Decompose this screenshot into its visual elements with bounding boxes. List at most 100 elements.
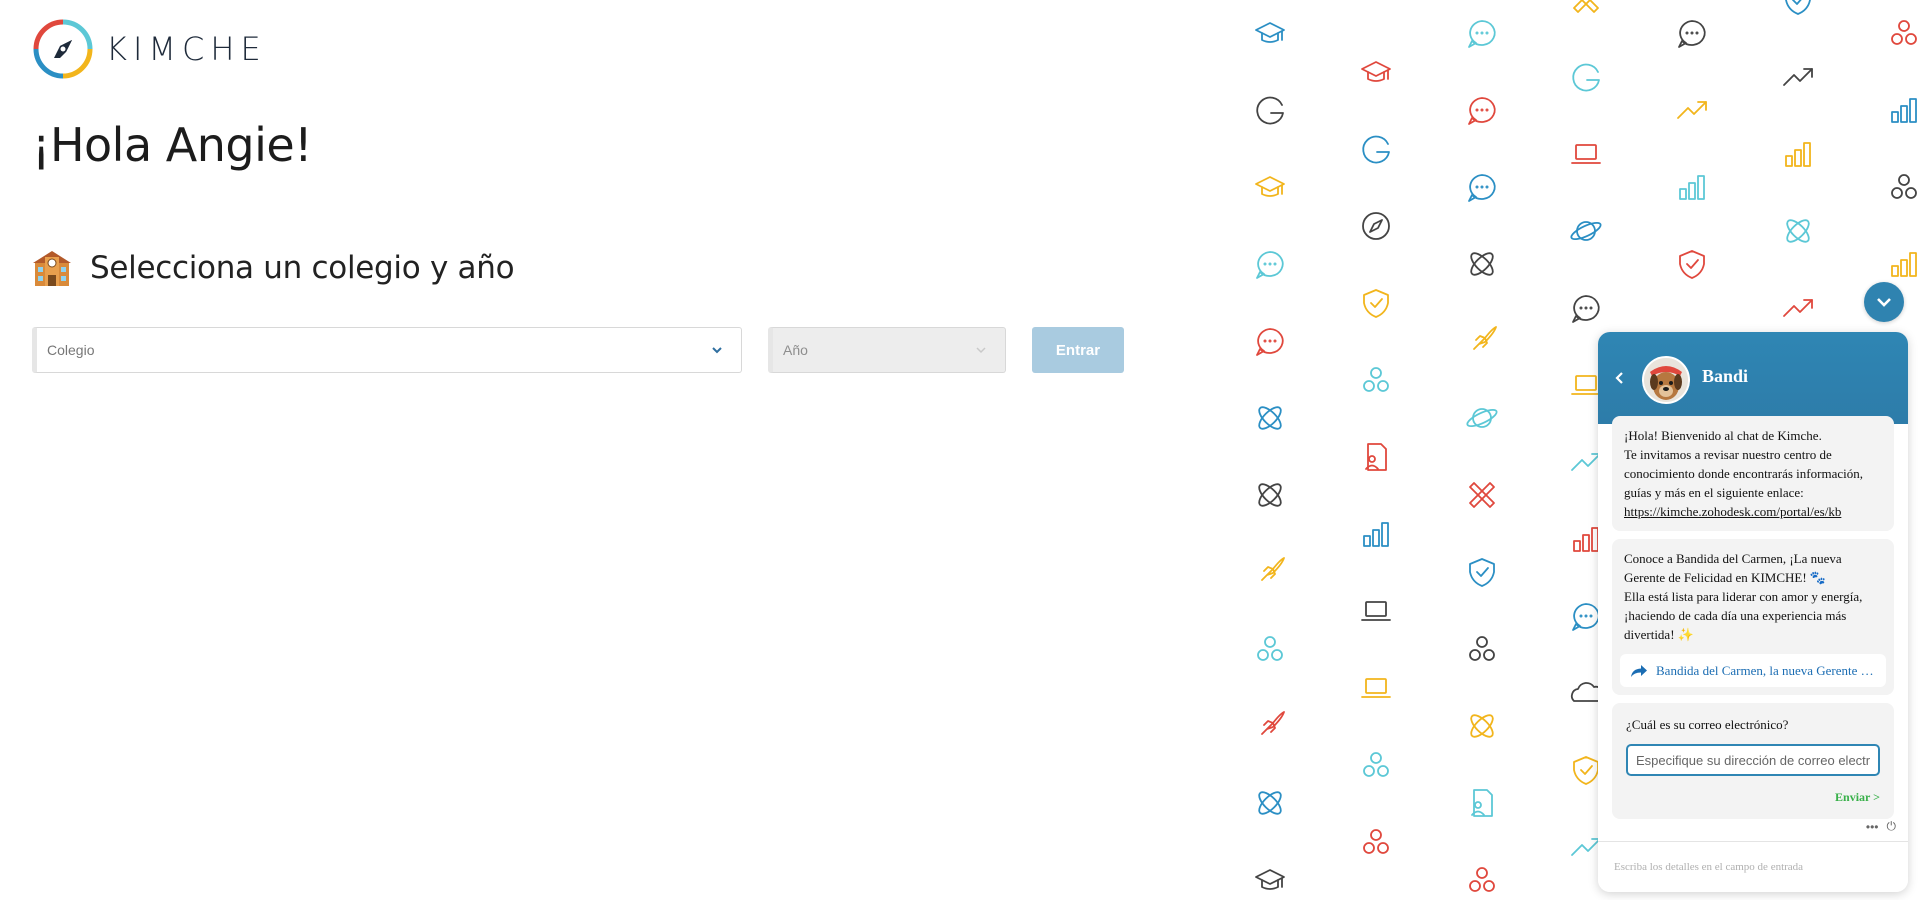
bar-chart-icon — [1679, 175, 1705, 200]
compass-icon — [1362, 212, 1390, 240]
chevron-down-icon — [976, 347, 986, 354]
back-arrow-icon[interactable] — [1612, 370, 1628, 386]
people-icon — [1257, 636, 1283, 661]
google-g-icon — [1572, 63, 1600, 92]
welcome-line-1: ¡Hola! Bienvenido al chat de Kimche. — [1624, 428, 1822, 443]
school-icon — [33, 251, 71, 286]
chat-input-placeholder: Escriba los detalles en el campo de entr… — [1614, 861, 1804, 873]
laptop-icon — [1571, 375, 1601, 395]
bar-chart-icon — [1363, 522, 1389, 547]
trend-up-icon — [1783, 68, 1813, 86]
bar-chart-icon — [1891, 252, 1917, 277]
compass-logo-icon — [33, 19, 93, 79]
bar-chart-icon — [1573, 527, 1599, 552]
rocket-icon — [1261, 711, 1285, 735]
chat-bubble-icon — [1256, 251, 1284, 279]
pencil-ruler-icon — [1469, 482, 1495, 508]
atom-icon — [1258, 483, 1282, 507]
bar-chart-icon — [1891, 98, 1917, 123]
atom-icon — [1786, 219, 1810, 243]
colegio-placeholder: Colegio — [47, 342, 95, 358]
scroll-down-button[interactable] — [1864, 282, 1904, 322]
share-arrow-icon — [1631, 664, 1647, 677]
people-icon — [1363, 829, 1389, 854]
chat-header: Bandi — [1598, 332, 1908, 424]
email-field[interactable] — [1626, 744, 1880, 776]
chevron-down-icon — [712, 347, 722, 354]
people-icon — [1469, 867, 1495, 892]
graduation-cap-icon — [1255, 176, 1285, 197]
section-header: Selecciona un colegio y año — [32, 248, 515, 288]
article-link-label: Bandida del Carmen, la nueva Gerente de … — [1656, 663, 1876, 678]
document-user-icon — [1365, 443, 1387, 471]
kimche-logo[interactable]: KIMCHE — [32, 18, 267, 80]
email-form-card: ¿Cuál es su correo electrónico? Enviar > — [1612, 703, 1894, 819]
chat-bubble-icon — [1256, 328, 1284, 356]
laptop-icon — [1571, 144, 1601, 164]
chat-input-bar[interactable]: Escriba los detalles en el campo de entr… — [1598, 841, 1908, 892]
welcome-message: ¡Hola! Bienvenido al chat de Kimche. Te … — [1612, 416, 1894, 531]
dog-avatar-icon — [1644, 358, 1688, 402]
google-g-icon — [1256, 96, 1284, 125]
google-g-icon — [1362, 135, 1390, 164]
intro-line-2: Ella está lista para liderar con amor y … — [1624, 589, 1863, 642]
article-link-card[interactable]: Bandida del Carmen, la nueva Gerente de … — [1620, 654, 1886, 687]
welcome-line-2: Te invitamos a revisar nuestro centro de… — [1624, 447, 1863, 500]
people-icon — [1469, 636, 1495, 661]
trend-up-icon — [1571, 838, 1601, 856]
chat-messages: ¡Hola! Bienvenido al chat de Kimche. Te … — [1598, 416, 1908, 840]
shield-check-icon — [1785, 0, 1811, 15]
atom-icon — [1258, 406, 1282, 430]
bar-chart-icon — [1785, 142, 1811, 167]
chat-tools: ••• ⏻ — [1866, 819, 1896, 834]
atom-icon — [1258, 791, 1282, 815]
bot-avatar — [1642, 356, 1690, 404]
trend-up-icon — [1571, 453, 1601, 471]
shield-check-icon — [1679, 250, 1705, 279]
anio-select[interactable]: Año — [768, 327, 1006, 373]
chat-bubble-icon — [1468, 20, 1496, 48]
planet-icon — [1570, 221, 1602, 241]
graduation-cap-icon — [1255, 869, 1285, 890]
atom-icon — [1470, 252, 1494, 276]
pencil-ruler-icon — [1573, 0, 1599, 13]
graduation-cap-icon — [1361, 61, 1391, 82]
shield-check-icon — [1469, 558, 1495, 587]
people-icon — [1363, 752, 1389, 777]
chat-bubble-icon — [1572, 603, 1600, 631]
chat-bubble-icon — [1468, 174, 1496, 202]
knowledge-base-link[interactable]: https://kimche.zohodesk.com/portal/es/kb — [1624, 504, 1841, 519]
anio-placeholder: Año — [783, 342, 808, 358]
people-icon — [1891, 20, 1917, 45]
atom-icon — [1470, 714, 1494, 738]
more-options-icon[interactable]: ••• — [1866, 820, 1879, 834]
trend-up-icon — [1783, 299, 1813, 317]
rocket-icon — [1261, 557, 1285, 581]
shield-check-icon — [1363, 289, 1389, 318]
laptop-icon — [1361, 678, 1391, 698]
chat-bubble-icon — [1678, 20, 1706, 48]
shield-check-icon — [1573, 756, 1599, 785]
graduation-cap-icon — [1255, 22, 1285, 43]
laptop-icon — [1361, 601, 1391, 621]
brand-name: KIMCHE — [106, 30, 267, 68]
people-icon — [1891, 174, 1917, 199]
send-button[interactable]: Enviar > — [1626, 788, 1880, 807]
intro-line-1: Conoce a Bandida del Carmen, ¡La nueva G… — [1624, 551, 1842, 585]
chat-bubble-icon — [1572, 295, 1600, 323]
chat-bubble-icon — [1468, 97, 1496, 125]
power-icon[interactable]: ⏻ — [1887, 819, 1897, 834]
intro-message: Conoce a Bandida del Carmen, ¡La nueva G… — [1612, 539, 1894, 695]
email-prompt: ¿Cuál es su correo electrónico? — [1626, 717, 1789, 732]
rocket-icon — [1473, 326, 1497, 350]
entrar-button[interactable]: Entrar — [1032, 327, 1124, 373]
people-icon — [1363, 367, 1389, 392]
trend-up-icon — [1677, 101, 1707, 119]
section-title: Selecciona un colegio y año — [90, 250, 515, 286]
greeting-heading: ¡Hola Angie! — [32, 118, 313, 172]
planet-icon — [1466, 408, 1498, 428]
chat-widget: Bandi ¡Hola! Bienvenido al chat de Kimch… — [1598, 332, 1908, 892]
colegio-select[interactable]: Colegio — [32, 327, 742, 373]
bot-name: Bandi — [1702, 366, 1749, 386]
document-user-icon — [1471, 789, 1493, 817]
